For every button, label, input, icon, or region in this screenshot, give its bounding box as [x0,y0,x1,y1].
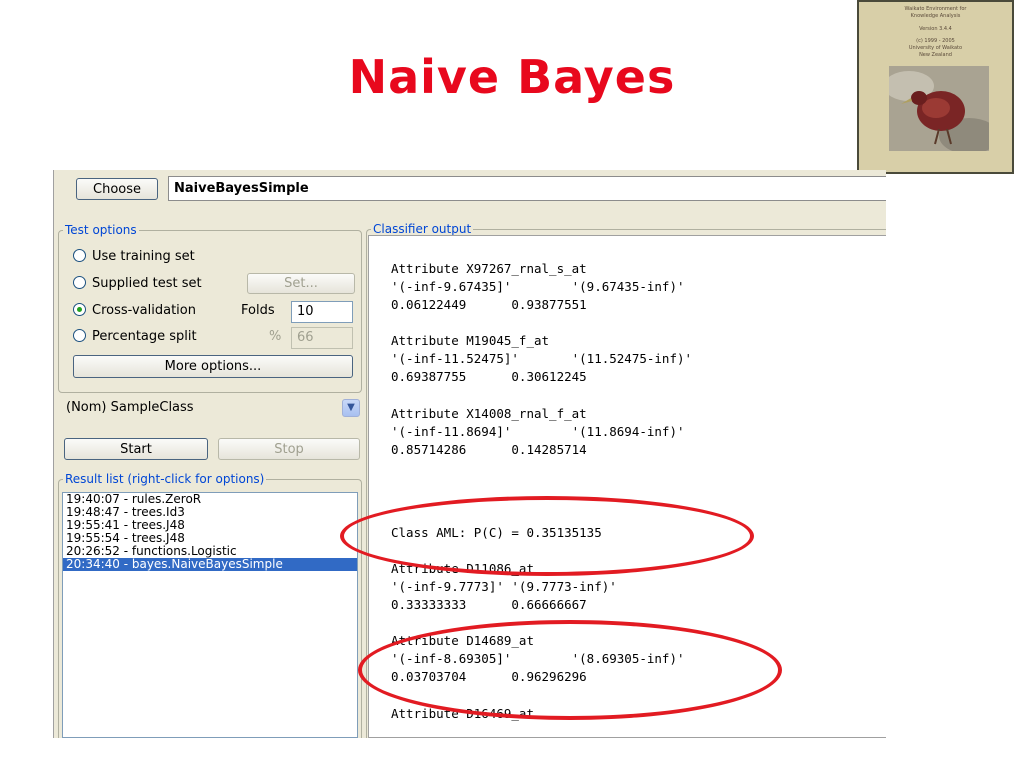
highlight-ellipse-class-prior [340,496,754,576]
use-training-set-option[interactable]: Use training set [73,249,195,267]
classifier-scheme-field[interactable]: NaiveBayesSimple [168,176,886,201]
result-list-legend: Result list (right-click for options) [63,472,267,486]
weka-bird-photo [889,66,989,151]
output-line: '(-inf-11.52475]' '(11.52475-inf)' [391,351,693,366]
output-line: 0.85714286 0.14285714 [391,442,587,457]
start-button[interactable]: Start [64,438,208,460]
stop-button[interactable]: Stop [218,438,360,460]
class-attribute-select[interactable]: (Nom) SampleClass ▼ [58,396,362,420]
supplied-test-set-option[interactable]: Supplied test set [73,276,202,294]
book-line: New Zealand [919,52,952,58]
radio-button-selected-icon[interactable] [73,303,86,316]
chevron-down-icon[interactable]: ▼ [342,399,360,417]
option-label: Cross-validation [92,303,196,318]
output-line: Attribute M19045_f_at [391,333,550,348]
output-line: '(-inf-9.7773]' '(9.7773-inf)' [391,579,617,594]
option-label: Supplied test set [92,276,202,291]
cross-validation-option[interactable]: Cross-validation [73,303,196,321]
test-options-legend: Test options [63,223,139,237]
percentage-input[interactable]: 66 [291,327,353,349]
test-options-panel: Test options Use training set Supplied t… [58,223,362,393]
radio-button-icon[interactable] [73,249,86,262]
book-line: University of Waikato [908,45,963,51]
option-label: Use training set [92,249,195,264]
output-line: Attribute X14008_rnal_f_at [391,406,587,421]
folds-label: Folds [241,303,275,318]
book-line: Knowledge Analysis [910,13,961,19]
output-line: '(-inf-11.8694]' '(11.8694-inf)' [391,424,685,439]
book-line: Waikato Environment for [904,6,967,12]
classifier-output-legend: Classifier output [371,222,474,236]
class-attribute-value: (Nom) SampleClass [66,400,194,415]
output-line: 0.33333333 0.66666667 [391,597,587,612]
result-list[interactable]: 19:40:07 - rules.ZeroR 19:48:47 - trees.… [62,492,358,738]
weka-book-cover-image: Waikato Environment for Knowledge Analys… [857,0,1014,174]
output-line: '(-inf-9.67435]' '(9.67435-inf)' [391,279,685,294]
output-line: 0.06122449 0.93877551 [391,297,587,312]
set-button[interactable]: Set... [247,273,355,294]
book-line: (c) 1999 - 2005 [916,38,955,44]
radio-button-icon[interactable] [73,329,86,342]
radio-button-icon[interactable] [73,276,86,289]
percentage-split-option[interactable]: Percentage split [73,329,197,347]
percent-symbol: % [269,329,282,344]
result-list-item-selected[interactable]: 20:34:40 - bayes.NaiveBayesSimple [63,558,357,571]
choose-button[interactable]: Choose [76,178,158,200]
output-line: 0.69387755 0.30612245 [391,369,587,384]
highlight-ellipse-attribute [358,620,782,720]
folds-input[interactable]: 10 [291,301,353,323]
output-line: Attribute X97267_rnal_s_at [391,261,587,276]
more-options-button[interactable]: More options... [73,355,353,378]
option-label: Percentage split [92,329,197,344]
classifier-chooser: Choose NaiveBayesSimple [64,176,886,202]
book-line: Version 3.4.4 [919,26,952,32]
